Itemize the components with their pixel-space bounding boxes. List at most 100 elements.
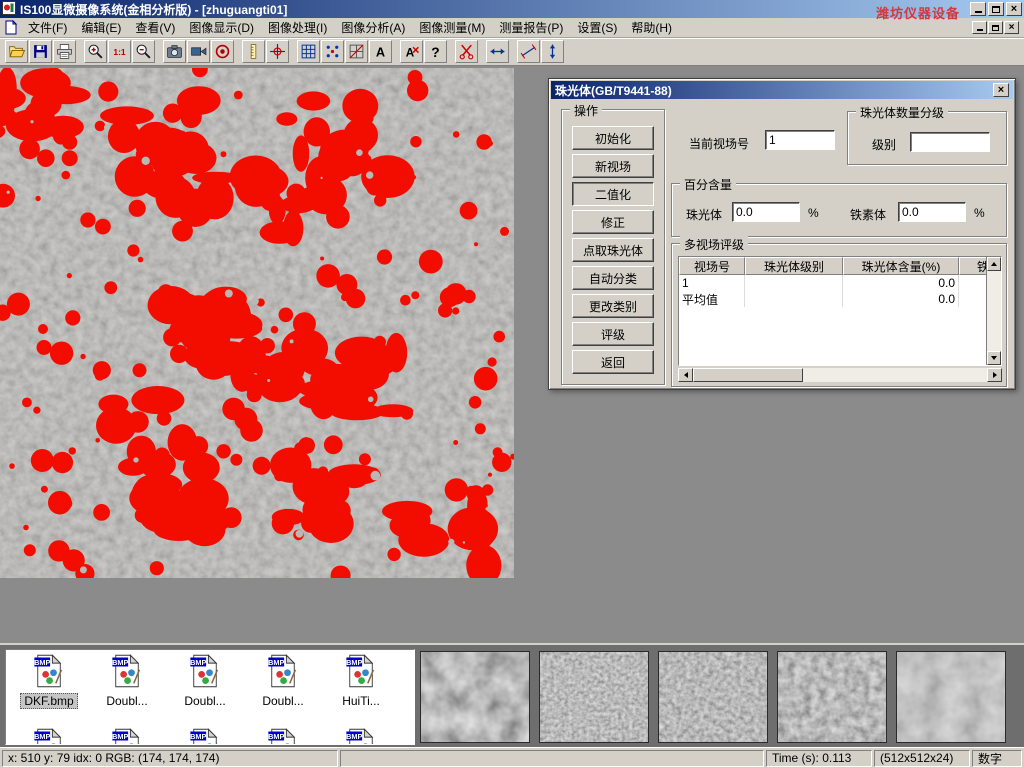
thumbnail-1[interactable] <box>539 651 649 743</box>
video-capture-button[interactable] <box>187 40 210 63</box>
minimize-button[interactable] <box>970 2 986 16</box>
bmp-icon-image: BMP <box>343 653 379 689</box>
camera-button[interactable] <box>163 40 186 63</box>
scroll-right-button[interactable] <box>987 368 1002 382</box>
menu-item-5[interactable]: 图像分析(A) <box>334 17 412 38</box>
measure-ruler-button[interactable] <box>242 40 265 63</box>
scroll-up-button[interactable] <box>987 257 1001 271</box>
svg-text:BMP: BMP <box>346 732 362 741</box>
menu-item-0[interactable]: 文件(F) <box>21 17 74 38</box>
zoom-out-button[interactable] <box>132 40 155 63</box>
print-button[interactable] <box>53 40 76 63</box>
save-button[interactable] <box>29 40 52 63</box>
table-header-2[interactable]: 珠光体含量(%) <box>843 257 959 275</box>
text-delete-button[interactable]: A <box>400 40 423 63</box>
file-item-0[interactable]: BMPDKF.bmp <box>10 653 88 725</box>
operation-button-7[interactable]: 评级 <box>572 322 654 346</box>
operation-button-2[interactable]: 二值化 <box>572 182 654 206</box>
thumbnail-4[interactable] <box>896 651 1006 743</box>
document-icon[interactable] <box>3 20 18 35</box>
level-input[interactable] <box>910 132 990 152</box>
thumbnail-0[interactable] <box>420 651 530 743</box>
measure-vertical-button[interactable] <box>541 40 564 63</box>
close-button[interactable]: × <box>1006 2 1022 16</box>
measure-grid-button[interactable] <box>297 40 320 63</box>
help-button[interactable]: ? <box>424 40 447 63</box>
ferrite-input[interactable] <box>898 202 966 222</box>
file-item-partial-0[interactable]: BMP <box>10 727 88 745</box>
mdi-close-icon: × <box>1009 23 1015 33</box>
count-points-button[interactable] <box>321 40 344 63</box>
snapshot-button[interactable] <box>211 40 234 63</box>
file-item-3[interactable]: BMPDoubl... <box>244 653 322 725</box>
multifield-group-title: 多视场评级 <box>680 236 748 253</box>
vertical-scroll-track[interactable] <box>987 271 1001 351</box>
file-item-2[interactable]: BMPDoubl... <box>166 653 244 725</box>
measure-length-button[interactable] <box>517 40 540 63</box>
operation-button-6[interactable]: 更改类别 <box>572 294 654 318</box>
mdi-restore-button[interactable] <box>988 21 1003 34</box>
mode-status: 数字 <box>972 750 1022 767</box>
mdi-close-button[interactable]: × <box>1004 21 1019 34</box>
current-field-input[interactable] <box>765 130 835 150</box>
menu-item-2[interactable]: 查看(V) <box>128 17 182 38</box>
table-header-3[interactable]: 铁素 <box>959 257 986 275</box>
menu-item-9[interactable]: 帮助(H) <box>624 17 679 38</box>
thumbnail-3[interactable] <box>777 651 887 743</box>
metallograph-image[interactable] <box>0 68 514 578</box>
scroll-down-button[interactable] <box>987 351 1001 365</box>
operation-button-3[interactable]: 修正 <box>572 210 654 234</box>
menu-item-7[interactable]: 测量报告(P) <box>492 17 570 38</box>
operation-button-0[interactable]: 初始化 <box>572 126 654 150</box>
cut-button[interactable] <box>455 40 478 63</box>
grading-group-title: 珠光体数量分级 <box>856 104 948 121</box>
thumbnail-2[interactable] <box>658 651 768 743</box>
pearlite-input[interactable] <box>732 202 800 222</box>
operation-button-5[interactable]: 自动分类 <box>572 266 654 290</box>
table-cell: 0.0 <box>843 275 959 291</box>
title-bar[interactable]: IS100显微摄像系统(金相分析版) - [zhuguangti01] × <box>0 0 1024 18</box>
text-annotate-button[interactable]: A <box>369 40 392 63</box>
operation-button-8[interactable]: 返回 <box>572 350 654 374</box>
measure-length-icon <box>520 43 537 60</box>
file-item-1[interactable]: BMPDoubl... <box>88 653 166 725</box>
file-list[interactable]: BMPDKF.bmpBMPDoubl...BMPDoubl...BMPDoubl… <box>5 649 415 745</box>
table-cell: 平均值 <box>679 291 745 307</box>
table-header-1[interactable]: 珠光体级别 <box>745 257 843 275</box>
horizontal-scrollbar[interactable] <box>678 368 1002 382</box>
table-row-1[interactable]: 平均值0.0 <box>679 291 986 307</box>
menu-item-3[interactable]: 图像显示(D) <box>182 17 261 38</box>
dialog-close-button[interactable]: × <box>993 83 1009 97</box>
operation-button-1[interactable]: 新视场 <box>572 154 654 178</box>
calibrate-button[interactable] <box>486 40 509 63</box>
file-item-4[interactable]: BMPHuiTi... <box>322 653 400 725</box>
table-header-0[interactable]: 视场号 <box>679 257 745 275</box>
file-item-partial-3[interactable]: BMP <box>244 727 322 745</box>
table-row-0[interactable]: 10.0 <box>679 275 986 291</box>
horizontal-scroll-thumb[interactable] <box>693 368 803 382</box>
mdi-minimize-button[interactable] <box>972 21 987 34</box>
vertical-scrollbar[interactable] <box>986 257 1001 365</box>
thumbnail-strip <box>420 651 1006 743</box>
file-item-partial-1[interactable]: BMP <box>88 727 166 745</box>
dialog-title-bar[interactable]: 珠光体(GB/T9441-88) × <box>551 81 1013 99</box>
maximize-icon <box>992 6 1000 13</box>
menu-item-6[interactable]: 图像测量(M) <box>412 17 492 38</box>
menu-item-4[interactable]: 图像处理(I) <box>261 17 334 38</box>
actual-size-button[interactable]: 1:1 <box>108 40 131 63</box>
grading-group: 珠光体数量分级 级别 <box>847 111 1007 165</box>
menu-item-8[interactable]: 设置(S) <box>570 17 624 38</box>
measure-cross-button[interactable] <box>266 40 289 63</box>
grid-overlay-button[interactable] <box>345 40 368 63</box>
menu-item-1[interactable]: 编辑(E) <box>74 17 128 38</box>
file-item-partial-4[interactable]: BMP <box>322 727 400 745</box>
operation-button-4[interactable]: 点取珠光体 <box>572 238 654 262</box>
text-annotate-icon: A <box>372 43 389 60</box>
scroll-left-button[interactable] <box>678 368 693 382</box>
horizontal-scroll-track[interactable] <box>803 368 987 382</box>
open-folder-button[interactable] <box>5 40 28 63</box>
bmp-icon-image: BMP <box>31 727 67 745</box>
file-item-partial-2[interactable]: BMP <box>166 727 244 745</box>
maximize-button[interactable] <box>988 2 1004 16</box>
zoom-in-button[interactable] <box>84 40 107 63</box>
